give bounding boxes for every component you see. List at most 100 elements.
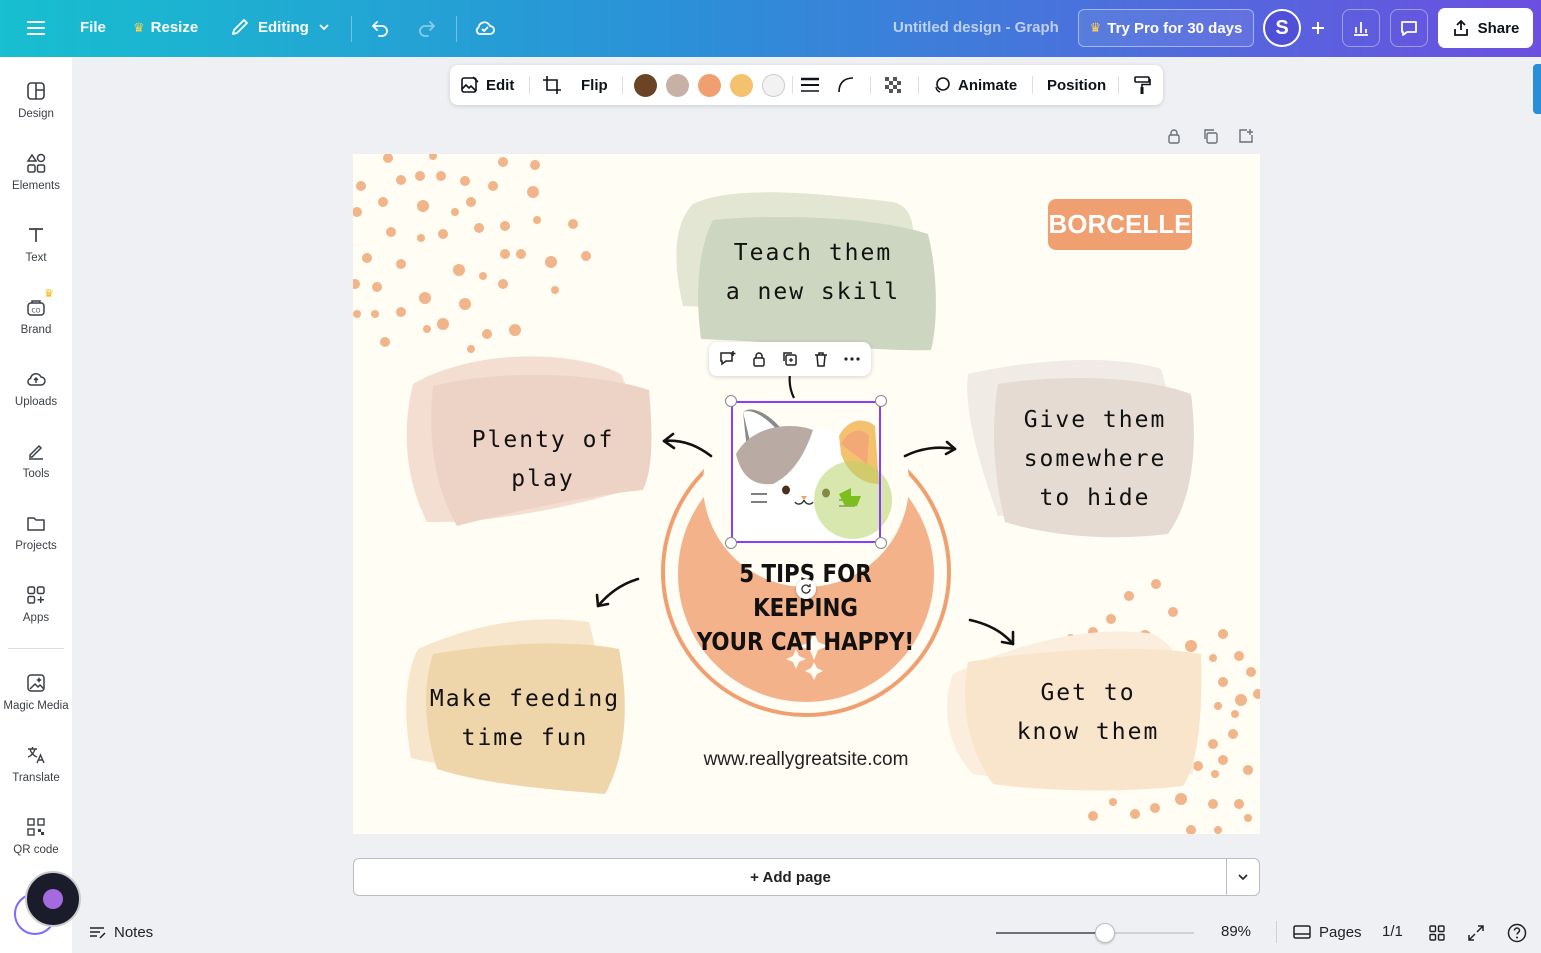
sidebar-item-label: Tools — [22, 468, 50, 480]
curve-icon — [838, 77, 854, 93]
resize-button[interactable]: ♛ Resize — [133, 19, 198, 36]
sidebar-item-projects[interactable]: Projects — [0, 512, 72, 576]
top-bar: File ♛ Resize Editing Untitled design - … — [0, 0, 1541, 57]
design-title[interactable]: Untitled design - Graph — [893, 19, 1059, 36]
uploads-icon — [27, 372, 46, 386]
sidebar-item-design[interactable]: Design — [0, 80, 72, 144]
try-pro-button[interactable]: ♛ Try Pro for 30 days — [1078, 9, 1254, 47]
brand-badge[interactable]: BORCELLE — [1048, 199, 1192, 250]
share-button[interactable]: Share — [1438, 8, 1533, 48]
resize-handle-bottom-right[interactable] — [875, 537, 887, 549]
color-swatch-taupe[interactable] — [666, 74, 689, 97]
separator — [1032, 76, 1033, 94]
separator — [1118, 76, 1119, 94]
sidebar-item-elements[interactable]: Elements — [0, 152, 72, 216]
zoom-slider-fill — [996, 932, 1105, 934]
zoom-slider[interactable] — [996, 923, 1194, 943]
edit-image-button[interactable]: Edit — [460, 65, 514, 105]
sidebar-item-label: Uploads — [14, 396, 58, 408]
transparency-button[interactable] — [883, 65, 903, 105]
position-button[interactable]: Position — [1047, 65, 1106, 105]
add-page-icon-button[interactable] — [1235, 125, 1257, 147]
grid-view-button[interactable] — [1428, 924, 1446, 942]
cloud-save-button[interactable] — [473, 16, 497, 40]
color-swatch-brown[interactable] — [634, 74, 657, 97]
color-swatch-yellow[interactable] — [730, 74, 753, 97]
add-page-button[interactable]: + Add page — [353, 858, 1227, 896]
zoom-percentage[interactable]: 89% — [1221, 923, 1251, 940]
animate-button[interactable]: Animate — [932, 65, 1017, 105]
color-swatch-peach[interactable] — [698, 74, 721, 97]
grid-icon — [1429, 925, 1445, 941]
headline-text[interactable]: 5 TIPS FOR KEEPING YOUR CAT HAPPY! — [684, 557, 926, 659]
tip-teach-text[interactable]: Teach them a new skill — [713, 234, 913, 312]
comment-add-icon[interactable] — [716, 347, 740, 371]
more-options-icon[interactable] — [840, 347, 864, 371]
separator — [918, 76, 919, 94]
sidebar-item-label: Brand — [20, 324, 52, 336]
sidebar-item-apps[interactable]: Apps — [0, 584, 72, 648]
resize-label: Resize — [150, 19, 199, 36]
sidebar-item-text[interactable]: Text — [0, 224, 72, 288]
orb-dot — [43, 889, 63, 909]
fullscreen-button[interactable] — [1467, 924, 1485, 942]
website-text[interactable]: www.reallygreatsite.com — [683, 749, 929, 771]
zoom-slider-knob[interactable] — [1094, 923, 1115, 943]
crop-button[interactable] — [542, 65, 562, 105]
sidebar-divider — [8, 648, 64, 649]
trash-icon[interactable] — [809, 347, 833, 371]
duplicate-page-button[interactable] — [1199, 125, 1221, 147]
separator — [351, 16, 352, 42]
add-page-options-button[interactable] — [1226, 858, 1260, 896]
share-label: Share — [1477, 19, 1520, 37]
magic-assistant-button[interactable] — [25, 871, 81, 927]
page-count-value: 1/1 — [1382, 923, 1403, 940]
border-style-button[interactable] — [800, 65, 820, 105]
side-panel-tab[interactable] — [1533, 64, 1541, 114]
lock-icon[interactable] — [747, 347, 771, 371]
comments-button[interactable] — [1390, 9, 1428, 47]
insights-button[interactable] — [1342, 9, 1380, 47]
help-button[interactable] — [1507, 923, 1527, 943]
sidebar-item-qr-code[interactable]: QR code — [0, 816, 72, 880]
svg-text:CO: CO — [32, 308, 41, 315]
sidebar-item-uploads[interactable]: Uploads — [0, 368, 72, 432]
apps-icon — [27, 586, 45, 604]
notes-button[interactable]: Notes — [88, 923, 153, 941]
undo-button[interactable] — [369, 17, 391, 39]
tip-teach-line: Teach them — [733, 240, 893, 266]
tip-play-text[interactable]: Plenty of play — [443, 421, 643, 499]
tip-know-text[interactable]: Get to know them — [988, 674, 1188, 752]
elements-icon — [26, 153, 46, 173]
sidebar-item-magic-media[interactable]: Magic Media — [0, 672, 72, 736]
sidebar-item-translate[interactable]: Translate — [0, 744, 72, 808]
user-avatar[interactable]: S — [1263, 9, 1301, 47]
plus-icon — [1312, 22, 1324, 34]
duplicate-icon[interactable] — [778, 347, 802, 371]
sidebar-item-label: Apps — [22, 612, 50, 624]
pages-button[interactable]: Pages — [1293, 923, 1362, 941]
redo-button[interactable] — [416, 17, 438, 39]
color-swatch-white[interactable] — [762, 74, 785, 97]
crop-icon — [543, 76, 561, 94]
pencil-icon — [232, 19, 248, 35]
add-collaborator-button[interactable] — [1299, 9, 1337, 47]
translate-icon — [27, 747, 45, 764]
menu-icon[interactable] — [26, 18, 46, 38]
selection-box[interactable] — [731, 401, 881, 543]
resize-handle-top-left[interactable] — [725, 395, 737, 407]
copy-style-button[interactable] — [1132, 65, 1152, 105]
file-menu-button[interactable]: File — [80, 19, 106, 36]
tip-feeding-text[interactable]: Make feeding time fun — [425, 680, 625, 758]
editing-mode-button[interactable]: Editing — [230, 17, 331, 37]
sidebar-item-tools[interactable]: Tools — [0, 440, 72, 504]
corner-rounding-button[interactable] — [836, 65, 856, 105]
sidebar-item-brand[interactable]: CO ♛ Brand — [0, 288, 72, 360]
rotate-handle[interactable] — [796, 579, 816, 599]
tip-hide-text[interactable]: Give them somewhere to hide — [995, 401, 1195, 518]
resize-handle-bottom-left[interactable] — [725, 537, 737, 549]
lock-page-button[interactable] — [1163, 125, 1185, 147]
flip-button[interactable]: Flip — [581, 65, 608, 105]
resize-handle-top-right[interactable] — [875, 395, 887, 407]
sidebar-item-label: Text — [25, 252, 47, 264]
